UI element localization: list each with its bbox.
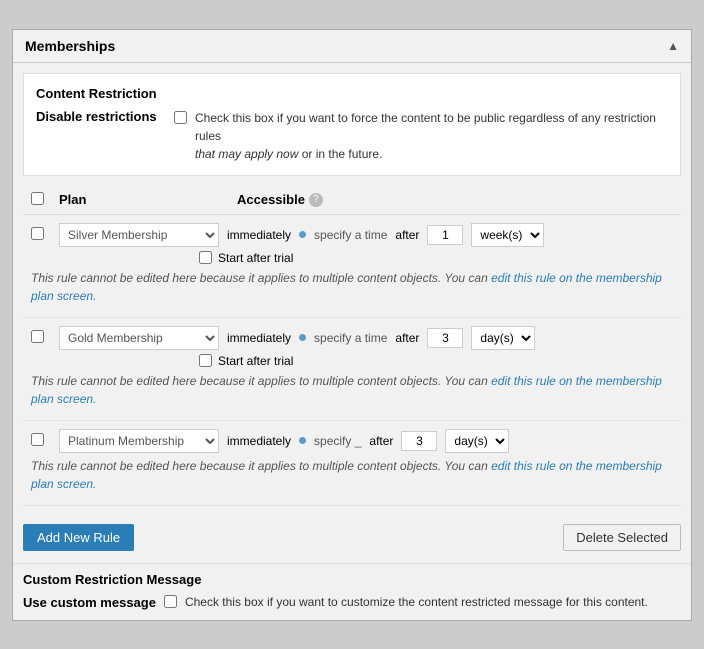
- disable-restrictions-label: Disable restrictions: [36, 109, 166, 124]
- silver-trial-label: Start after trial: [218, 251, 293, 265]
- silver-period-select[interactable]: week(s): [471, 223, 544, 247]
- delete-selected-button[interactable]: Delete Selected: [563, 524, 681, 551]
- memberships-table: Plan Accessible ? Silver Membership imme…: [23, 186, 681, 506]
- membership-row-platinum: Platinum Membership immediately specify …: [23, 421, 681, 506]
- silver-notice: This rule cannot be edited here because …: [31, 269, 673, 305]
- gold-checkbox[interactable]: [31, 330, 44, 343]
- use-custom-message-row: Use custom message Check this box if you…: [23, 595, 681, 610]
- custom-restriction-section: Custom Restriction Message Use custom me…: [13, 563, 691, 620]
- add-new-rule-button[interactable]: Add New Rule: [23, 524, 134, 551]
- gold-notice: This rule cannot be edited here because …: [31, 372, 673, 408]
- silver-immediately[interactable]: immediately: [227, 228, 291, 242]
- disable-restrictions-row: Disable restrictions Check this box if y…: [36, 109, 668, 163]
- content-restriction-title: Content Restriction: [36, 86, 668, 101]
- disable-restrictions-checkbox[interactable]: [174, 111, 187, 124]
- platinum-specify[interactable]: specify _: [314, 434, 361, 448]
- accessible-info-icon[interactable]: ?: [309, 193, 323, 207]
- panel-title: Memberships: [25, 38, 115, 54]
- gold-after: after: [395, 331, 419, 345]
- gold-plan-select[interactable]: Gold Membership: [59, 326, 219, 350]
- select-all-checkbox[interactable]: [31, 192, 44, 205]
- use-custom-message-desc: Check this box if you want to customize …: [185, 595, 648, 609]
- content-restriction-box: Content Restriction Disable restrictions…: [23, 73, 681, 176]
- silver-trial-checkbox[interactable]: [199, 251, 212, 264]
- gold-period-select[interactable]: day(s): [471, 326, 535, 350]
- platinum-checkbox[interactable]: [31, 433, 44, 446]
- plan-column-header: Plan: [59, 192, 86, 207]
- platinum-period-select[interactable]: day(s): [445, 429, 509, 453]
- gold-trial-checkbox[interactable]: [199, 354, 212, 367]
- platinum-after: after: [369, 434, 393, 448]
- silver-checkbox[interactable]: [31, 227, 44, 240]
- membership-row-gold: Gold Membership immediately specify a ti…: [23, 318, 681, 421]
- gold-dot: [299, 334, 306, 341]
- panel-header: Memberships ▲: [13, 30, 691, 63]
- silver-specify[interactable]: specify a time: [314, 228, 387, 242]
- silver-dot: [299, 231, 306, 238]
- table-header: Plan Accessible ?: [23, 186, 681, 215]
- platinum-dot: [299, 437, 306, 444]
- membership-row-silver: Silver Membership immediately specify a …: [23, 215, 681, 318]
- collapse-icon[interactable]: ▲: [667, 39, 679, 53]
- use-custom-message-label: Use custom message: [23, 595, 156, 610]
- platinum-immediately[interactable]: immediately: [227, 434, 291, 448]
- gold-immediately[interactable]: immediately: [227, 331, 291, 345]
- silver-number-input[interactable]: [427, 225, 463, 245]
- gold-specify[interactable]: specify a time: [314, 331, 387, 345]
- memberships-panel: Memberships ▲ Content Restriction Disabl…: [12, 29, 692, 621]
- platinum-plan-select[interactable]: Platinum Membership: [59, 429, 219, 453]
- gold-number-input[interactable]: [427, 328, 463, 348]
- disable-restrictions-desc: Check this box if you want to force the …: [195, 109, 668, 163]
- action-buttons-row: Add New Rule Delete Selected: [13, 516, 691, 559]
- platinum-number-input[interactable]: [401, 431, 437, 451]
- use-custom-message-checkbox[interactable]: [164, 595, 177, 608]
- accessible-column-header: Accessible: [237, 192, 305, 207]
- custom-restriction-title: Custom Restriction Message: [23, 572, 681, 587]
- gold-trial-label: Start after trial: [218, 354, 293, 368]
- silver-plan-select[interactable]: Silver Membership: [59, 223, 219, 247]
- platinum-notice: This rule cannot be edited here because …: [31, 457, 673, 493]
- silver-after: after: [395, 228, 419, 242]
